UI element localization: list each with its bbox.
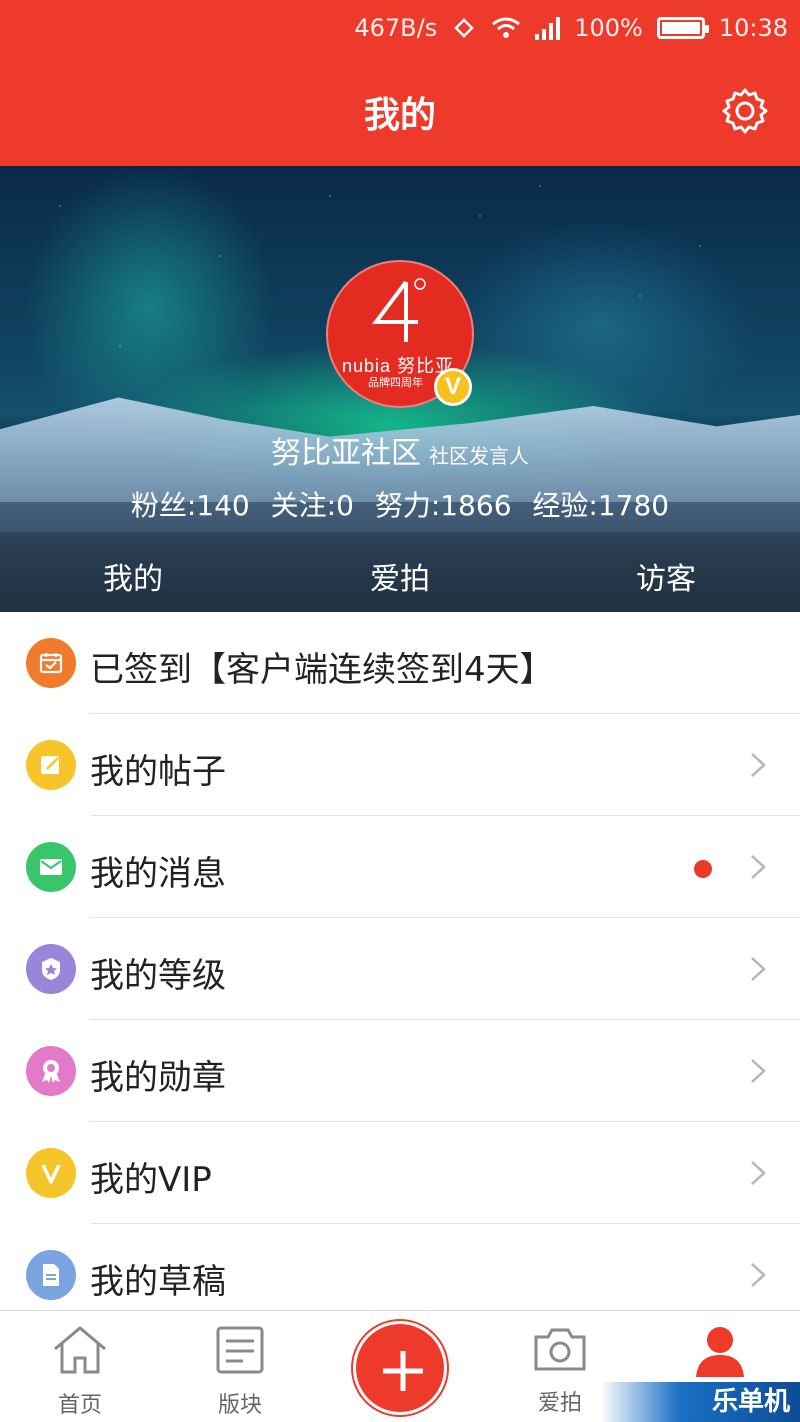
level-badge-icon	[26, 944, 76, 994]
menu-item-label: 我的勋章	[90, 1058, 226, 1098]
nav-boards-label: 版块	[217, 1393, 262, 1418]
edit-note-icon	[26, 740, 76, 790]
menu-item-level[interactable]: 我的等级	[0, 918, 800, 1020]
profile-name: 努比亚社区	[271, 436, 421, 471]
menu-item-messages[interactable]: 我的消息	[0, 816, 800, 918]
network-speed: 467B/s	[354, 14, 438, 42]
plus-icon	[383, 1351, 423, 1391]
chevron-right-icon	[751, 957, 766, 981]
nav-photo-label: 爱拍	[537, 1391, 582, 1416]
stat-fans[interactable]: 粉丝:140	[131, 489, 250, 522]
watermark: 乐单机	[600, 1382, 800, 1422]
nav-home-label: 首页	[57, 1393, 102, 1418]
signal-icon	[535, 16, 561, 40]
menu-item-label: 已签到【客户端连续签到4天】	[90, 650, 554, 690]
profile-stats: 粉丝:140 关注:0 努力:1866 经验:1780	[0, 484, 800, 524]
menu-item-medals[interactable]: 我的勋章	[0, 1020, 800, 1122]
menu-item-posts[interactable]: 我的帖子	[0, 714, 800, 816]
vip-icon	[26, 1148, 76, 1198]
menu-list: 已签到【客户端连续签到4天】 我的帖子 我的消息 我的等级 我的勋章 我的VIP…	[0, 612, 800, 1326]
anniversary-four-icon	[372, 278, 426, 342]
medal-icon	[26, 1046, 76, 1096]
chevron-right-icon	[751, 1059, 766, 1083]
profile-name-line: 努比亚社区 社区发言人	[0, 428, 800, 472]
home-icon	[54, 1326, 106, 1374]
stat-following[interactable]: 关注:0	[271, 489, 354, 522]
clock: 10:38	[718, 14, 788, 42]
stat-effort: 努力:1866	[374, 489, 512, 522]
tab-mine[interactable]: 我的	[103, 554, 163, 598]
battery-percent: 100%	[574, 14, 643, 42]
mail-icon	[26, 842, 76, 892]
unread-dot	[694, 860, 712, 878]
avatar-subtitle: 品牌四周年	[368, 376, 423, 389]
rotation-lock-icon	[454, 18, 474, 38]
status-bar: 467B/s 100% 10:38	[0, 0, 800, 58]
verified-badge: V	[434, 368, 472, 406]
nav-boards[interactable]: 版块	[190, 1325, 290, 1419]
menu-item-checkin[interactable]: 已签到【客户端连续签到4天】	[0, 612, 800, 714]
battery-icon	[656, 17, 709, 39]
chevron-right-icon	[751, 1263, 766, 1287]
menu-item-label: 我的草稿	[90, 1262, 226, 1302]
page-title: 我的	[363, 95, 436, 136]
tab-photos[interactable]: 爱拍	[370, 554, 430, 598]
wifi-icon	[492, 17, 521, 38]
profile-header: nubia 努比亚 品牌四周年 V 努比亚社区 社区发言人 粉丝:140 关注:0…	[0, 166, 800, 612]
stat-experience: 经验:1780	[532, 489, 670, 522]
profile-role: 社区发言人	[429, 444, 529, 468]
boards-icon	[216, 1326, 264, 1374]
camera-icon	[534, 1328, 586, 1371]
menu-item-vip[interactable]: 我的VIP	[0, 1122, 800, 1224]
nav-profile[interactable]	[670, 1325, 770, 1385]
calendar-check-icon	[26, 638, 76, 688]
nav-photo[interactable]: 爱拍	[510, 1325, 610, 1417]
nav-home[interactable]: 首页	[30, 1325, 130, 1419]
menu-item-label: 我的VIP	[90, 1160, 212, 1200]
draft-icon	[26, 1250, 76, 1300]
gear-icon[interactable]	[720, 86, 770, 136]
user-icon	[696, 1327, 744, 1377]
menu-item-label: 我的等级	[90, 956, 226, 996]
chevron-right-icon	[751, 753, 766, 777]
tab-visitors[interactable]: 访客	[636, 554, 696, 598]
bottom-nav: 首页 版块 爱拍 乐单机	[0, 1310, 800, 1422]
profile-tabs: 我的 爱拍 访客	[0, 532, 800, 612]
chevron-right-icon	[751, 855, 766, 879]
menu-item-label: 我的消息	[90, 854, 226, 894]
top-bar: 467B/s 100% 10:38 我的	[0, 0, 800, 166]
menu-item-label: 我的帖子	[90, 752, 226, 792]
create-post-button[interactable]	[353, 1321, 447, 1415]
chevron-right-icon	[751, 1161, 766, 1185]
